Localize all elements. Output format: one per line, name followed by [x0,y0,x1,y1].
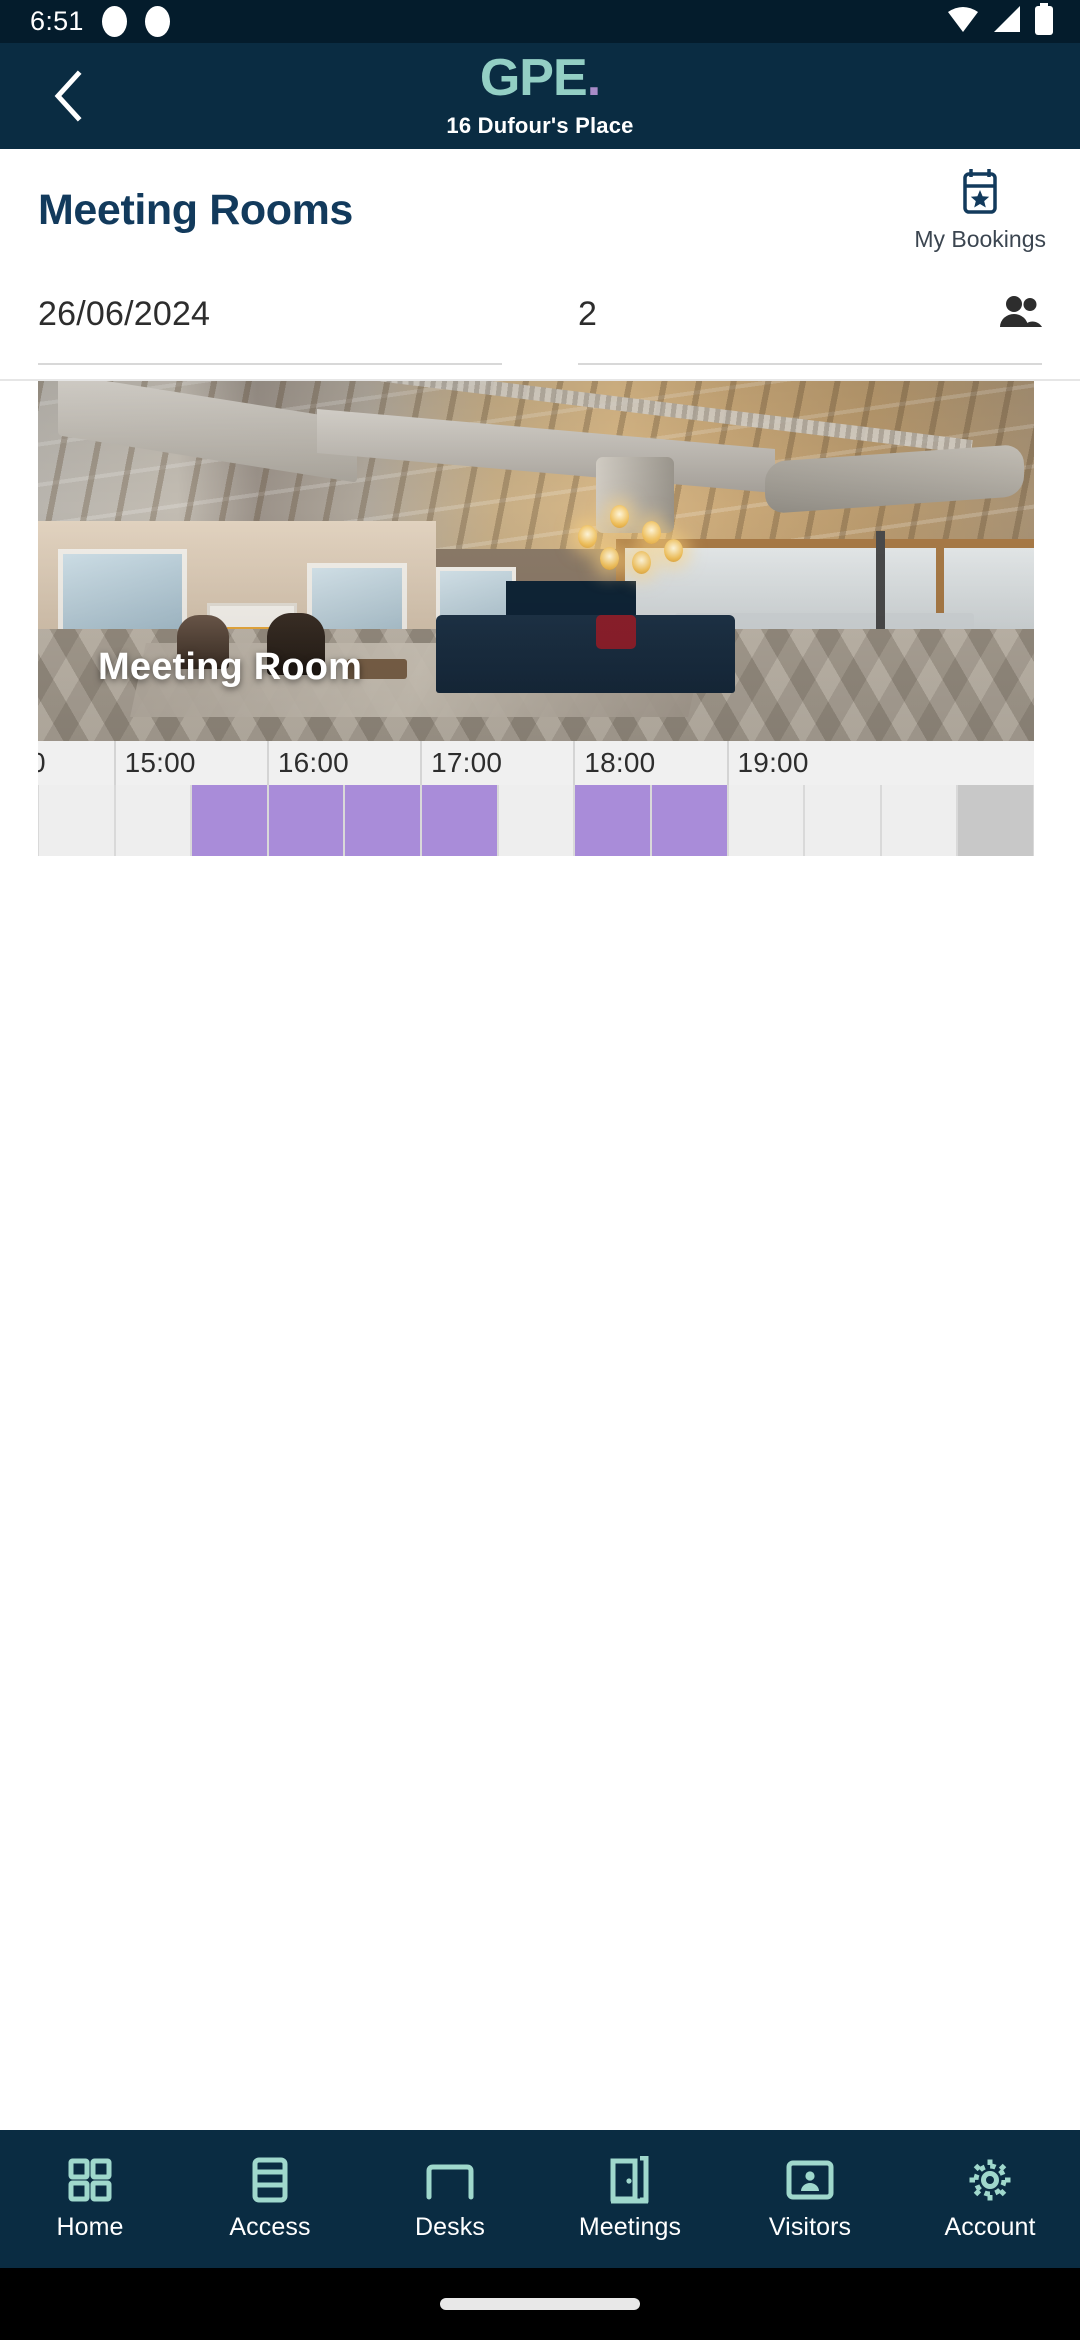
timeline-hour-label: 17:00 [431,747,503,778]
nav-item-meetings[interactable]: Meetings [540,2130,720,2268]
room-photo: Meeting Room [38,381,1034,741]
nav-label-desks: Desks [415,2212,485,2241]
notification-dot-icon [144,6,170,37]
wifi-icon [946,4,980,39]
date-filter-field[interactable]: 26/06/2024 [38,271,502,365]
timeline-slot [114,785,192,856]
notification-dot-icon [101,6,127,37]
gear-icon [966,2157,1014,2203]
nav-item-desks[interactable]: Desks [360,2130,540,2268]
timeline-slot-divider [956,785,959,856]
date-filter-underline [38,363,502,365]
timeline-slot-divider [38,785,39,856]
timeline-slot-divider [726,785,729,856]
gesture-navigation-area [0,2268,1080,2340]
grid-icon [67,2157,113,2203]
timeline-slot[interactable] [421,785,498,856]
timeline-slot [880,785,958,856]
room-card[interactable]: Meeting Room 0 15:00 16:00 17:00 18:00 19:00 [0,381,1080,856]
building-name: 16 Dufour's Place [446,112,634,138]
timeline-slot [804,785,881,856]
nav-item-account[interactable]: Account [900,2130,1080,2268]
timeline-slot [497,785,575,856]
date-filter-value: 26/06/2024 [38,294,211,333]
timeline-slot-divider [1033,785,1034,856]
timeline-hour-labels: 0 15:00 16:00 17:00 18:00 19:00 [38,741,1034,785]
room-list: Meeting Room 0 15:00 16:00 17:00 18:00 19:00 [0,381,1080,856]
timeline-slot[interactable] [267,785,345,856]
app-header: GPE. 16 Dufour's Place [0,43,1080,149]
timeline-slot-divider [113,785,116,856]
status-bar: 6:51 [0,0,1080,43]
timeline-slot-divider [420,785,423,856]
timeline-slot-track[interactable] [38,785,1034,856]
timeline-slot-divider [649,785,652,856]
door-icon [608,2155,652,2203]
timeline-hour-tick [573,741,576,785]
timeline-hour-tick [113,741,116,785]
my-bookings-button[interactable]: My Bookings [906,163,1054,257]
people-icon [998,295,1042,334]
timeline-slot[interactable] [650,785,728,856]
status-bar-right [946,3,1054,40]
timeline-hour-label: 18:00 [584,747,656,778]
nav-label-account: Account [944,2212,1036,2241]
capacity-filter-value: 2 [578,294,598,333]
cellular-signal-icon [992,4,1022,39]
battery-icon [1034,3,1054,40]
timeline-slot [727,785,805,856]
timeline-hour-label: 16:00 [277,747,349,778]
brand-block: GPE. 16 Dufour's Place [446,52,633,139]
timeline-hour-tick [266,741,269,785]
brand-logo-dot: . [586,48,601,107]
filter-row: 26/06/2024 2 [0,271,1080,379]
timeline-hour-tick [420,741,423,785]
desk-icon [423,2157,477,2203]
chevron-left-icon [54,70,82,122]
timeline-slot-divider [803,785,806,856]
status-clock: 6:51 [30,6,84,36]
timeline-slot[interactable] [574,785,651,856]
back-button[interactable] [30,43,108,149]
brand-logo-text: GPE [479,48,588,107]
nav-label-access: Access [229,2212,311,2241]
calendar-star-icon [958,167,1002,220]
nav-label-visitors: Visitors [768,2212,852,2241]
timeline-hour-label: 0 [38,747,46,779]
timeline-slot-divider [496,785,499,856]
timeline-slot-divider [190,785,193,856]
timeline-slot [957,785,1034,856]
my-bookings-label: My Bookings [914,226,1046,252]
room-timeline[interactable]: 0 15:00 16:00 17:00 18:00 19:00 [38,741,1034,856]
timeline-slot-divider [879,785,882,856]
capacity-filter-field[interactable]: 2 [578,271,1042,365]
gesture-pill[interactable] [440,2298,640,2310]
timeline-slot[interactable] [344,785,422,856]
page-title: Meeting Rooms [38,185,353,234]
timeline-slot[interactable] [191,785,268,856]
bottom-navigation-bar: Home Access Desks Meetings Visitors Acco… [0,2130,1080,2268]
timeline-slot-divider [343,785,346,856]
timeline-slot-divider [573,785,576,856]
timeline-hour-label: 19:00 [737,747,809,778]
nav-item-home[interactable]: Home [0,2130,180,2268]
nav-item-access[interactable]: Access [180,2130,360,2268]
brand-logo: GPE. [479,48,601,107]
status-bar-left: 6:51 [30,6,170,37]
page-title-row: Meeting Rooms My Bookings [0,149,1080,271]
timeline-slot [38,785,115,856]
id-badge-icon [785,2157,835,2203]
nav-item-visitors[interactable]: Visitors [720,2130,900,2268]
capacity-filter-underline [578,363,1042,365]
timeline-hour-label: 15:00 [124,747,196,778]
card-reader-icon [251,2157,289,2203]
nav-label-meetings: Meetings [578,2212,682,2241]
room-name: Meeting Room [98,646,363,688]
timeline-hour-tick [726,741,729,785]
nav-label-home: Home [56,2212,124,2241]
timeline-slot-divider [266,785,269,856]
